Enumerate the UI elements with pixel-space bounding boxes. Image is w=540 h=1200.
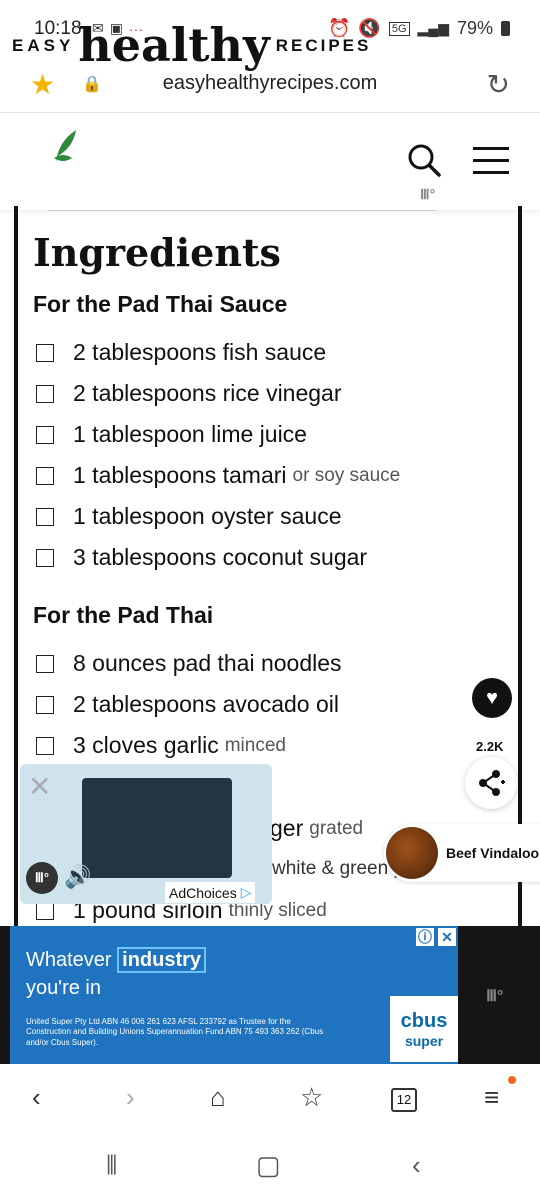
ingredient-checkbox[interactable]: [36, 901, 54, 920]
volume-icon[interactable]: 🔊: [64, 864, 91, 890]
ingredient-note: or soy sauce: [292, 464, 401, 486]
notification-dot: [508, 1076, 516, 1084]
video-player-ad[interactable]: ✕ Ⅲ° 🔊 AdChoices ▷: [20, 764, 272, 904]
browser-bottom-nav: [0, 1066, 540, 1132]
logo-easy: EASY: [12, 36, 75, 55]
url-text[interactable]: easyhealthyrecipes.com: [0, 72, 540, 95]
ingredient-text: 1 tablespoon oyster sauce: [73, 503, 342, 529]
logo-healthy: healthy: [78, 18, 270, 72]
video-frame: [82, 778, 232, 878]
ingredient-checkbox[interactable]: [36, 466, 54, 485]
recent-apps-icon[interactable]: ⦀: [106, 1150, 117, 1182]
ingredient-text: 2 tablespoons rice vinegar: [73, 380, 342, 406]
section-heading-sauce: For the Pad Thai Sauce: [33, 291, 288, 317]
browser-menu-icon[interactable]: ≡: [484, 1082, 499, 1113]
card-divider: [48, 206, 436, 211]
bookmarks-star-icon[interactable]: ☆: [300, 1082, 323, 1113]
ingredients-heading: Ingredients: [33, 230, 281, 275]
ad-info-icon[interactable]: ⓘ: [416, 928, 434, 946]
system-home-icon[interactable]: ▢: [256, 1150, 281, 1181]
ingredient-text: 1 tablespoons tamari: [73, 462, 287, 488]
heart-icon: ♥: [486, 686, 498, 709]
ad-controls: ⓘ ✕: [416, 928, 456, 946]
site-header: [0, 118, 540, 210]
ingredient-checkbox[interactable]: [36, 736, 54, 755]
search-icon[interactable]: [406, 142, 442, 178]
ad-fine-print: United Super Pty Ltd ABN 46 006 261 623 …: [26, 1017, 324, 1047]
related-recipe-title: Beef Vindaloo: [446, 845, 540, 861]
adchoices-label: AdChoices: [169, 884, 237, 901]
ingredient-checkbox[interactable]: [36, 695, 54, 714]
share-icon: [479, 770, 505, 796]
ingredient-row-partial[interactable]: ger grated: [270, 815, 363, 842]
ingredient-row[interactable]: 2 tablespoons fish sauce: [36, 339, 326, 366]
ingredient-row[interactable]: 1 tablespoon lime juice: [36, 421, 307, 448]
mediavine-icon: Ⅲ°: [420, 186, 436, 202]
ingredient-row[interactable]: 1 tablespoon oyster sauce: [36, 503, 342, 530]
logo-recipes: RECIPES: [275, 36, 372, 55]
ingredient-checkbox[interactable]: [36, 548, 54, 567]
ingredient-text: 3 cloves garlic: [73, 732, 219, 758]
leaf-logo-icon: [54, 130, 76, 162]
ingredient-checkbox[interactable]: [36, 343, 54, 362]
share-button[interactable]: [465, 757, 517, 809]
mediavine-ad-icon: Ⅲ°: [486, 988, 504, 1005]
cbus-logo[interactable]: cbus super: [390, 996, 458, 1062]
ingredient-row[interactable]: 8 ounces pad thai noodles: [36, 650, 342, 677]
ad-headline-highlight: industry: [117, 947, 207, 973]
home-icon[interactable]: ⌂: [210, 1082, 226, 1113]
ingredient-text: ger: [270, 815, 304, 841]
ingredient-checkbox[interactable]: [36, 654, 54, 673]
cbus-logo-bottom: super: [404, 1032, 444, 1049]
ingredient-row[interactable]: 2 tablespoons avocado oil: [36, 691, 339, 718]
ingredient-text: 2 tablespoons fish sauce: [73, 339, 327, 365]
ingredient-row[interactable]: 3 tablespoons coconut sugar: [36, 544, 367, 571]
ad-close-icon[interactable]: ✕: [438, 928, 456, 946]
battery-icon: [501, 21, 510, 36]
ad-headline-2: you're in: [26, 977, 101, 999]
ad-headline[interactable]: Whatever industry you're in: [26, 946, 207, 1002]
mediavine-video-icon: Ⅲ°: [26, 862, 58, 894]
network-label: 5G: [388, 21, 410, 36]
ingredient-note: grated: [309, 817, 364, 839]
ingredient-row[interactable]: 3 cloves garlic minced: [36, 732, 286, 759]
site-logo[interactable]: EASY healthy RECIPES: [12, 22, 371, 68]
ingredient-text: 2 tablespoons avocado oil: [73, 691, 339, 717]
ingredient-text: 1 tablespoon lime juice: [73, 421, 307, 447]
battery-percent: 79%: [456, 18, 493, 38]
related-recipe-pill[interactable]: Beef Vindaloo: [384, 824, 540, 882]
ingredient-checkbox[interactable]: [36, 384, 54, 403]
share-count: 2.2K: [476, 739, 504, 754]
system-back-icon[interactable]: ‹: [412, 1150, 421, 1181]
adchoices-icon: ▷: [240, 884, 252, 900]
close-video-icon[interactable]: ✕: [28, 770, 51, 803]
ingredient-row[interactable]: 2 tablespoons rice vinegar: [36, 380, 342, 407]
ad-headline-1: Whatever: [26, 949, 112, 971]
back-arrow-icon[interactable]: ‹: [32, 1082, 41, 1113]
ingredient-checkbox[interactable]: [36, 425, 54, 444]
section-heading-pad-thai: For the Pad Thai: [33, 602, 214, 628]
cbus-logo-top: cbus: [400, 1009, 448, 1032]
signal-icon: ▂▄▆: [417, 20, 449, 36]
ingredient-note: minced: [224, 734, 286, 756]
tabs-button[interactable]: 12: [391, 1088, 417, 1112]
favorite-heart-button[interactable]: ♥: [472, 678, 512, 718]
ingredient-text: 8 ounces pad thai noodles: [73, 650, 342, 676]
adchoices-button[interactable]: AdChoices ▷: [165, 882, 256, 903]
forward-arrow-icon[interactable]: ›: [126, 1082, 135, 1113]
ingredient-checkbox[interactable]: [36, 507, 54, 526]
ingredient-row[interactable]: 1 tablespoons tamari or soy sauce: [36, 462, 400, 489]
ingredient-text: 3 tablespoons coconut sugar: [73, 544, 368, 570]
hamburger-menu-icon[interactable]: [472, 146, 510, 176]
reload-icon[interactable]: ↻: [487, 68, 510, 101]
related-recipe-thumbnail: [386, 827, 438, 879]
